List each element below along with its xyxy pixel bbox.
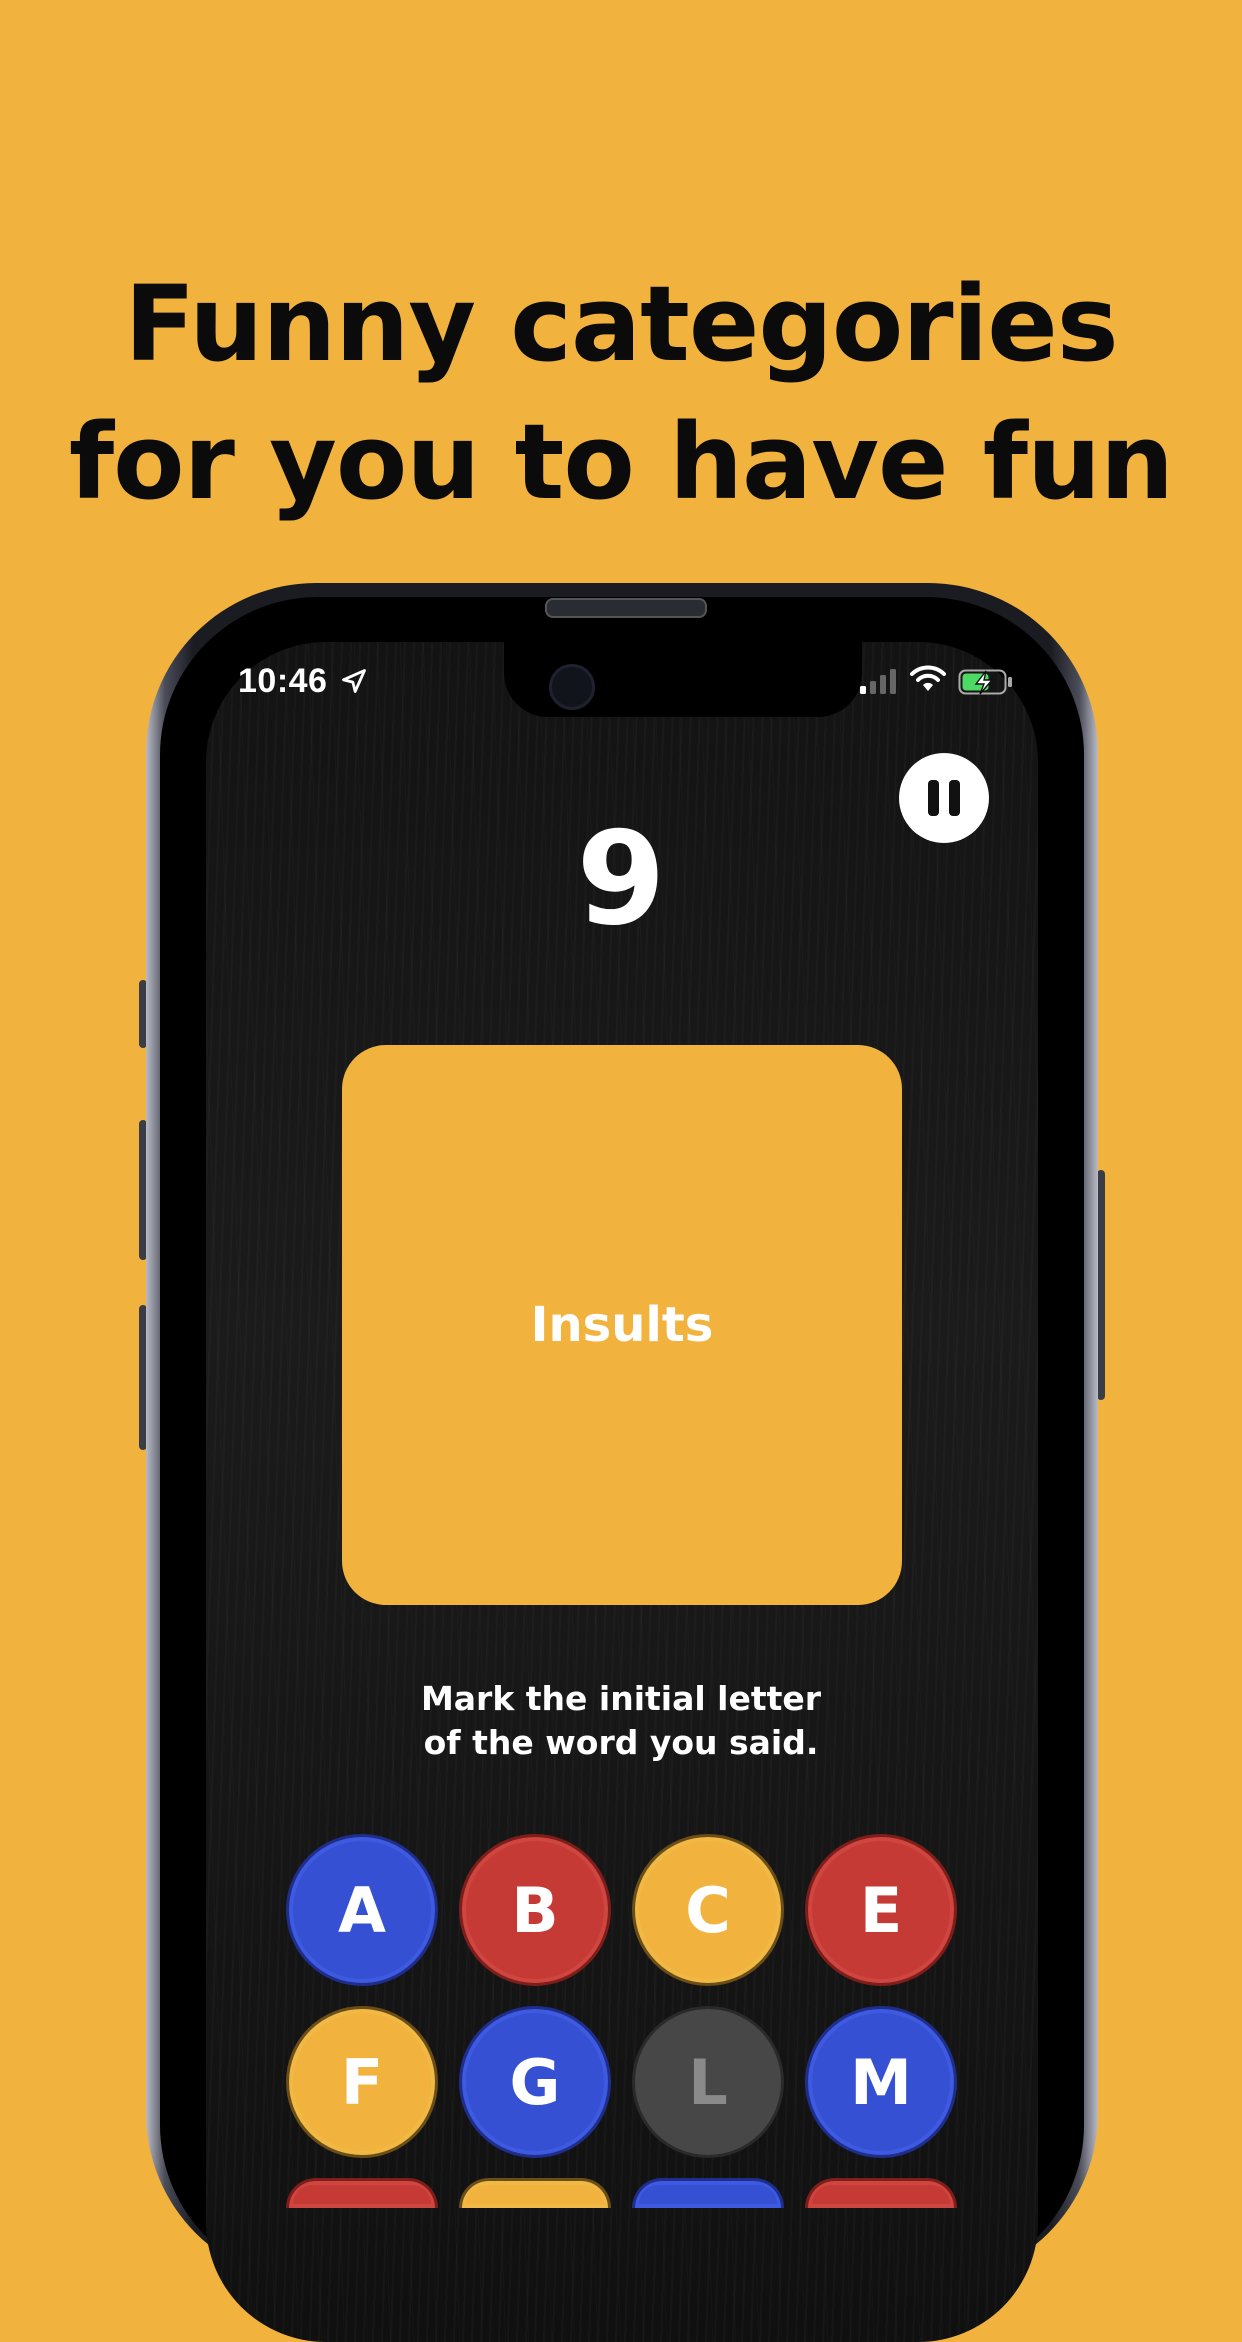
letter-button-g[interactable]: G (459, 2006, 611, 2158)
letter-label: C (685, 1873, 731, 1947)
letter-button-row3-1[interactable] (286, 2178, 438, 2208)
front-camera (549, 664, 595, 710)
letter-button-row3-4[interactable] (805, 2178, 957, 2208)
letter-label: E (859, 1873, 903, 1947)
letter-button-f[interactable]: F (286, 2006, 438, 2158)
wifi-icon (910, 665, 946, 691)
pause-icon-bar (949, 780, 960, 816)
letter-button-row3-3[interactable] (632, 2178, 784, 2208)
letter-button-row3-2[interactable] (459, 2178, 611, 2208)
headline-line-1: Funny categories (124, 263, 1118, 385)
notch (504, 642, 862, 717)
countdown-counter: 9 (576, 805, 666, 954)
instruction-line-2: of the word you said. (423, 1723, 819, 1762)
power-button (1097, 1170, 1105, 1400)
letter-label: A (338, 1873, 386, 1947)
cellular-signal-icon (860, 669, 896, 694)
pause-icon (928, 780, 939, 816)
status-time: 10:46 (238, 662, 328, 700)
headline-line-2: for you to have fun (68, 401, 1174, 523)
letter-label: M (850, 2045, 912, 2119)
letter-button-l-disabled: L (632, 2006, 784, 2158)
letter-button-a[interactable]: A (286, 1834, 438, 1986)
letter-button-e[interactable]: E (805, 1834, 957, 1986)
category-label: Insults (530, 1297, 714, 1353)
letter-label: B (511, 1873, 559, 1947)
letter-label: F (340, 2045, 384, 2119)
instruction-text: Mark the initial letter of the word you … (371, 1677, 871, 1765)
letter-label: L (688, 2045, 728, 2119)
earpiece-speaker (545, 598, 707, 618)
battery-charging-icon (958, 669, 1012, 695)
letter-button-c[interactable]: C (632, 1834, 784, 1986)
pause-button[interactable] (899, 753, 989, 843)
category-card: Insults (342, 1045, 902, 1605)
location-arrow-icon (342, 669, 366, 693)
promo-headline: Funny categories for you to have fun (0, 255, 1242, 531)
letter-label: G (509, 2045, 561, 2119)
letter-button-m[interactable]: M (805, 2006, 957, 2158)
letter-button-b[interactable]: B (459, 1834, 611, 1986)
instruction-line-1: Mark the initial letter (420, 1679, 822, 1718)
